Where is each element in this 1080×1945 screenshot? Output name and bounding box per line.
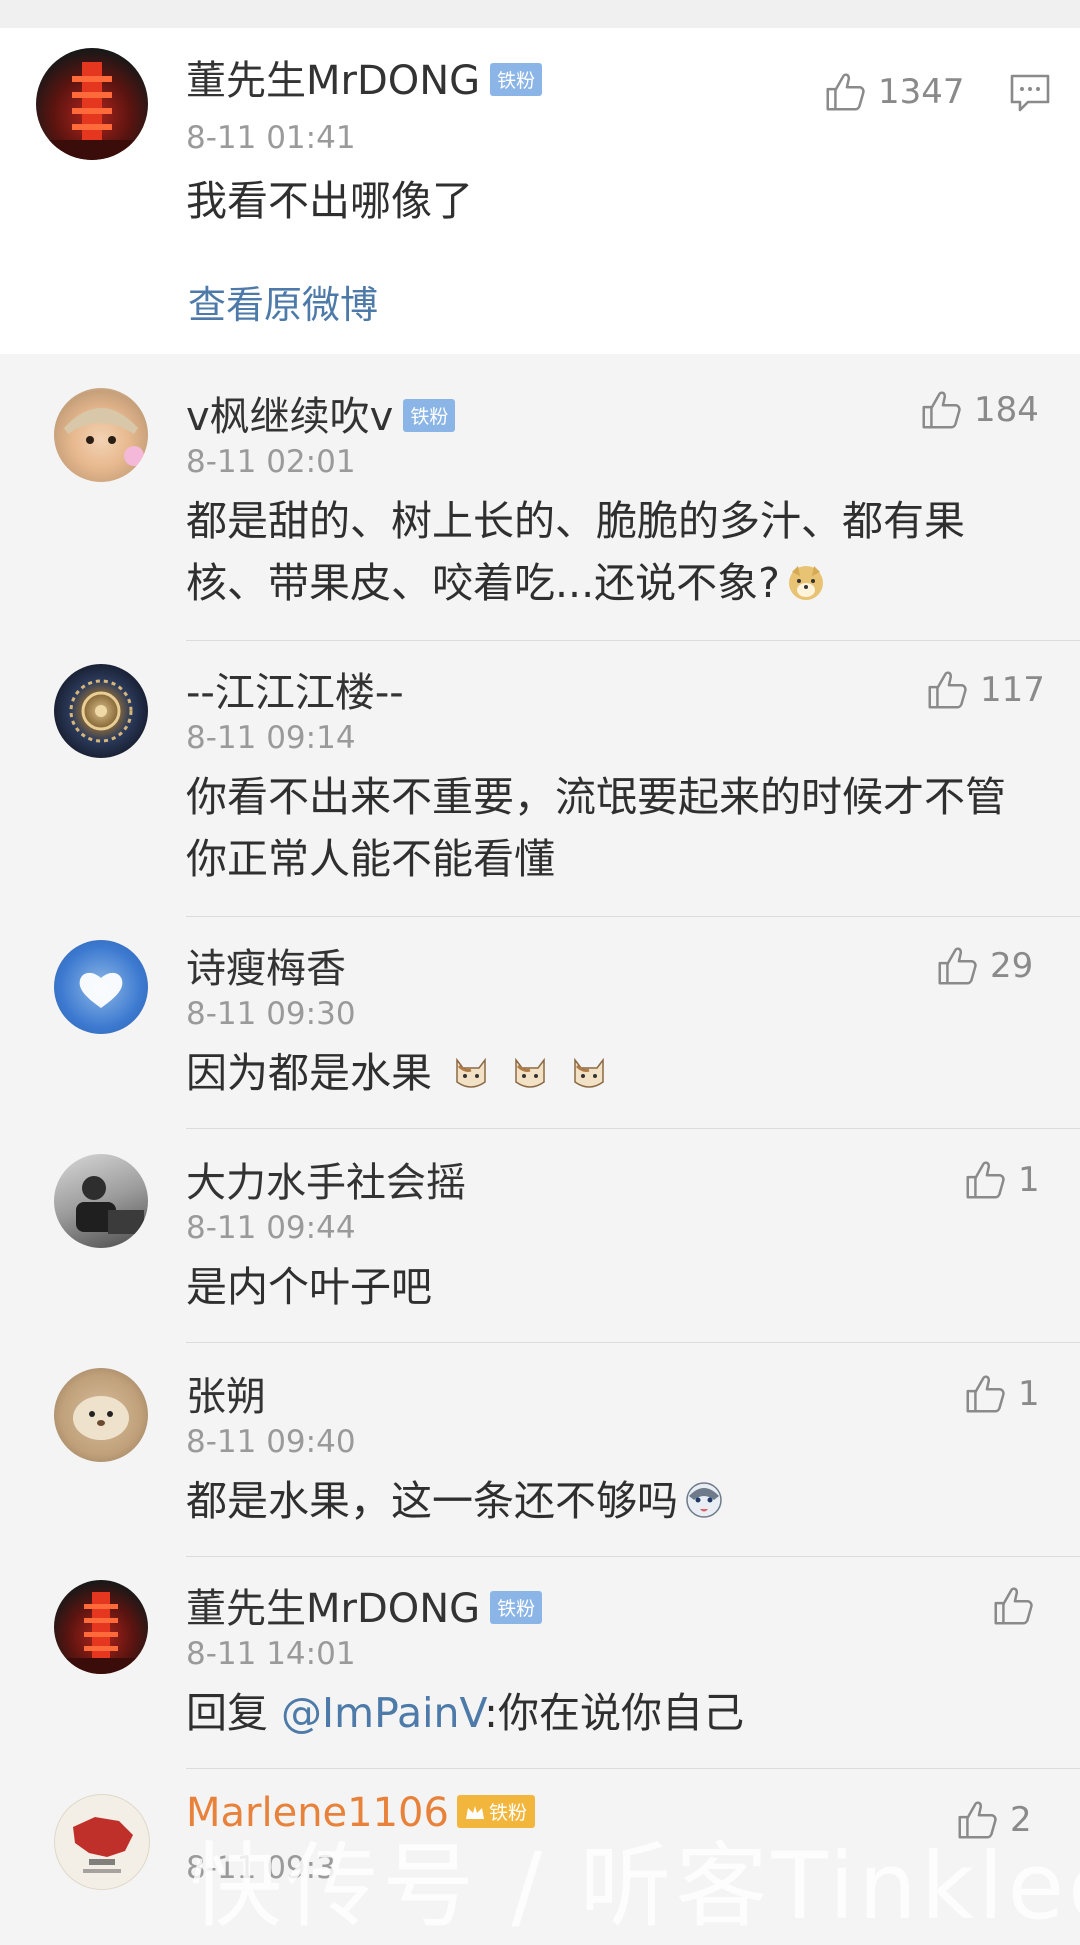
avatar[interactable]: [54, 1368, 148, 1462]
like-count: 117: [980, 670, 1045, 710]
reply-item: 大力水手社会摇 8-11 09:44 是内个叶子吧 1: [0, 1146, 1080, 1342]
author-name[interactable]: 董先生MrDONG: [186, 1586, 480, 1632]
reply-item: --江江江楼-- 8-11 09:14 你看不出来不重要，流氓要起来的时候才不管…: [0, 656, 1080, 916]
comment-author[interactable]: --江江江楼--: [186, 660, 404, 718]
divider: [186, 1342, 1080, 1343]
author-name[interactable]: 诗瘦梅香: [186, 946, 346, 992]
comment-text: 因为都是水果: [186, 1042, 1046, 1104]
doge-emoji-icon: [788, 566, 823, 600]
author-name[interactable]: v枫继续吹v: [186, 394, 393, 440]
husky-emoji-icon: [686, 1482, 722, 1518]
like-count: 184: [974, 390, 1039, 430]
fan-badge: 铁粉: [490, 1590, 543, 1624]
comment-time: 8-11 02:01: [186, 444, 356, 480]
comment-icon: [1010, 74, 1050, 112]
thumbs-up-icon: [924, 667, 970, 713]
avatar[interactable]: [54, 388, 148, 482]
reply-item: v枫继续吹v 铁粉 8-11 02:01 都是甜的、树上长的、脆脆的多汁、都有果 …: [0, 380, 1080, 640]
mention-link[interactable]: @ImPainV: [281, 1689, 484, 1737]
comment-author[interactable]: 张朔: [186, 1364, 266, 1422]
avatar[interactable]: [54, 1580, 148, 1674]
like-count: 29: [990, 946, 1034, 986]
author-name[interactable]: 张朔: [186, 1374, 266, 1420]
avatar[interactable]: [54, 940, 148, 1034]
divider: [186, 1556, 1080, 1557]
avatar[interactable]: [54, 1794, 150, 1890]
comment-author[interactable]: 大力水手社会摇: [186, 1150, 466, 1208]
avatar[interactable]: [54, 664, 148, 758]
avatar[interactable]: [54, 1154, 148, 1248]
like-button[interactable]: 117: [924, 666, 1045, 714]
comment-author[interactable]: 董先生MrDONG 铁粉: [186, 1576, 543, 1634]
like-button[interactable]: 184: [918, 386, 1039, 434]
fan-badge: 铁粉: [490, 62, 543, 96]
thumbs-up-icon: [962, 1371, 1008, 1417]
comment-time: 8-11 09:14: [186, 720, 356, 756]
comment-text: 是内个叶子吧: [186, 1263, 432, 1311]
author-name[interactable]: 大力水手社会摇: [186, 1160, 466, 1206]
reply-item: 董先生MrDONG 铁粉 8-11 14:01 回复 @ImPainV:你在说你自…: [0, 1572, 1080, 1768]
thumbs-up-icon: [918, 387, 964, 433]
thumbs-up-icon: [962, 1157, 1008, 1203]
avatar[interactable]: [36, 48, 148, 160]
thumbs-up-icon: [822, 69, 868, 115]
like-button[interactable]: 1: [962, 1370, 1040, 1418]
author-name[interactable]: 董先生MrDONG: [186, 58, 480, 104]
comment-author[interactable]: 董先生MrDONG 铁粉: [186, 48, 543, 106]
comment-author[interactable]: v枫继续吹v 铁粉: [186, 384, 456, 442]
reply-button[interactable]: [1008, 72, 1052, 118]
comment-text: 都是水果，这一条还不够吗: [186, 1470, 1046, 1532]
like-count: 1347: [878, 72, 965, 112]
comment-text: 我看不出哪像了: [186, 177, 473, 225]
cat-emoji-icon: [515, 1057, 545, 1088]
reply-item: 张朔 8-11 09:40 都是水果，这一条还不够吗 1: [0, 1360, 1080, 1556]
comment-time: 8-11 09:40: [186, 1424, 356, 1460]
like-button[interactable]: [990, 1582, 1046, 1630]
divider: [186, 1128, 1080, 1129]
divider: [186, 640, 1080, 641]
comment-time: 8-11 09:30: [186, 996, 356, 1032]
cat-emoji-icon: [456, 1057, 486, 1088]
comment-time: 8-11 09:44: [186, 1210, 356, 1246]
main-comment: 董先生MrDONG 铁粉 8-11 01:41 我看不出哪像了 查看原微博 134…: [0, 28, 1080, 354]
like-count: 1: [1018, 1374, 1040, 1414]
top-strip: [0, 0, 1080, 29]
author-name[interactable]: --江江江楼--: [186, 670, 404, 716]
comment-text: 你看不出来不重要，流氓要起来的时候才不管 你正常人能不能看懂: [186, 773, 1006, 883]
view-original-link[interactable]: 查看原微博: [188, 274, 378, 329]
like-button[interactable]: 29: [934, 942, 1033, 990]
like-button[interactable]: 1347: [822, 68, 965, 116]
thumbs-up-icon: [934, 943, 980, 989]
divider: [186, 1768, 1080, 1769]
cat-emoji-icon: [574, 1057, 604, 1088]
fan-badge: 铁粉: [403, 398, 456, 432]
thumbs-up-icon: [990, 1583, 1036, 1629]
like-count: 1: [1018, 1160, 1040, 1200]
divider: [186, 916, 1080, 917]
comment-author[interactable]: 诗瘦梅香: [186, 936, 346, 994]
comment-time: 8-11 14:01: [186, 1636, 356, 1672]
like-button[interactable]: 1: [962, 1156, 1040, 1204]
comment-time: 8-11 01:41: [186, 120, 356, 156]
comment-text: 都是甜的、树上长的、脆脆的多汁、都有果 核、带果皮、咬着吃...还说不象?: [186, 497, 965, 607]
comment-text: 回复 @ImPainV:你在说你自己: [186, 1689, 744, 1737]
watermark: 快传号 / 听客Tinkleo: [190, 1833, 1080, 1940]
reply-item: 诗瘦梅香 8-11 09:30 因为都是水果 29: [0, 932, 1080, 1128]
